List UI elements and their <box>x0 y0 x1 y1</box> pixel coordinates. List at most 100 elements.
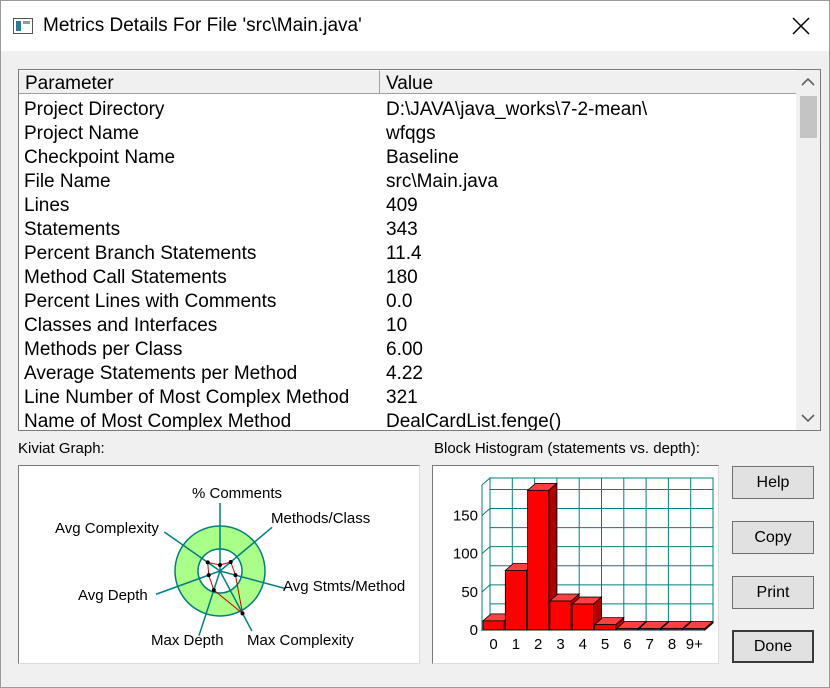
x-tick-label: 7 <box>646 636 654 653</box>
table-row[interactable]: File Name src\Main.java <box>19 170 797 194</box>
histogram-panel: 0 50 100 150 0 1 2 3 4 5 6 7 8 9+ <box>432 465 719 664</box>
metrics-dialog: Metrics Details For File 'src\Main.java'… <box>0 0 830 688</box>
table-row[interactable]: Percent Branch Statements 11.4 <box>19 242 797 266</box>
value-cell: src\Main.java <box>386 171 498 192</box>
scrollbar-thumb[interactable] <box>800 96 817 138</box>
x-tick-label: 6 <box>623 636 631 653</box>
x-tick-label: 4 <box>579 636 587 653</box>
window-title: Metrics Details For File 'src\Main.java' <box>43 15 362 36</box>
axis-label-max-depth: Max Depth <box>151 632 224 649</box>
print-button[interactable]: Print <box>732 576 814 609</box>
axis-label-avg-complexity: Avg Complexity <box>55 520 159 537</box>
value-cell: 180 <box>386 267 418 288</box>
block-histogram: 0501001500 1 2 3 4 5 6 7 8 9+ <box>453 476 715 653</box>
histogram-bar <box>616 628 639 631</box>
y-tick-label: 0 <box>470 622 478 639</box>
parameter-cell: Average Statements per Method <box>24 363 298 384</box>
parameter-cell: Line Number of Most Complex Method <box>24 387 350 408</box>
table-row[interactable]: Lines 409 <box>19 194 797 218</box>
column-header-parameter[interactable]: Parameter <box>19 70 380 94</box>
parameter-cell: Percent Branch Statements <box>24 243 257 264</box>
table-row[interactable]: Name of Most Complex Method DealCardList.… <box>19 410 797 431</box>
parameter-cell: File Name <box>24 171 111 192</box>
histogram-bar <box>683 628 706 631</box>
value-cell: 321 <box>386 387 418 408</box>
axis-label-avg-stmts-method: Avg Stmts/Method <box>283 578 405 595</box>
parameter-cell: Statements <box>24 219 121 240</box>
parameter-cell: Methods per Class <box>24 339 183 360</box>
kiviat-plot-point <box>211 588 216 593</box>
x-tick-label: 3 <box>556 636 564 653</box>
kiviat-plot-point <box>228 560 233 565</box>
value-cell: wfqgs <box>386 123 436 144</box>
table-header: Parameter Value <box>19 70 797 96</box>
histogram-bar <box>504 570 527 631</box>
parameter-cell: Project Directory <box>24 99 165 120</box>
y-tick-label: 50 <box>461 584 478 601</box>
table-row[interactable]: Methods per Class 6.00 <box>19 338 797 362</box>
histogram-label: Block Histogram (statements vs. depth): <box>434 440 700 457</box>
histogram-bar <box>571 603 594 631</box>
copy-button[interactable]: Copy <box>732 521 814 554</box>
value-cell: DealCardList.fenge() <box>386 411 562 431</box>
table-row[interactable]: Method Call Statements 180 <box>19 266 797 290</box>
value-cell: 0.0 <box>386 291 413 312</box>
table-row[interactable]: Project Name wfqgs <box>19 122 797 146</box>
scroll-down-button[interactable] <box>796 407 820 429</box>
histogram-bar <box>638 628 661 631</box>
table-row[interactable]: Classes and Interfaces 10 <box>19 314 797 338</box>
parameter-cell: Classes and Interfaces <box>24 315 218 336</box>
table-body: Project Directory D:\JAVA\java_works\7-2-… <box>19 98 797 431</box>
table-row[interactable]: Average Statements per Method 4.22 <box>19 362 797 386</box>
value-cell: 6.00 <box>386 339 423 360</box>
parameter-cell: Name of Most Complex Method <box>24 411 292 431</box>
kiviat-graph: % Comments Methods/Class Avg Stmts/Metho… <box>55 485 405 649</box>
histogram-bar <box>482 620 505 631</box>
table-row[interactable]: Project Directory D:\JAVA\java_works\7-2-… <box>19 98 797 122</box>
vertical-scrollbar[interactable] <box>796 70 820 430</box>
axis-label-avg-depth: Avg Depth <box>78 587 148 604</box>
value-cell: D:\JAVA\java_works\7-2-mean\ <box>386 99 648 120</box>
x-tick-label: 2 <box>534 636 542 653</box>
value-cell: 11.4 <box>386 243 422 264</box>
x-tick-label: 8 <box>668 636 676 653</box>
help-button[interactable]: Help <box>732 466 814 499</box>
parameter-cell: Method Call Statements <box>24 267 227 288</box>
table-row[interactable]: Statements 343 <box>19 218 797 242</box>
value-cell: 343 <box>386 219 418 240</box>
table-row[interactable]: Checkpoint Name Baseline <box>19 146 797 170</box>
kiviat-graph-panel: % Comments Methods/Class Avg Stmts/Metho… <box>18 465 420 664</box>
x-tick-label: 0 <box>489 636 497 653</box>
kiviat-plot-point <box>233 573 238 578</box>
y-tick-label: 150 <box>453 508 478 525</box>
table-row[interactable]: Line Number of Most Complex Method 321 <box>19 386 797 410</box>
kiviat-plot-point <box>240 611 245 616</box>
scroll-up-button[interactable] <box>796 71 820 93</box>
close-icon <box>792 17 810 35</box>
chevron-down-icon <box>801 414 815 423</box>
parameter-cell: Lines <box>24 195 70 216</box>
table-row[interactable]: Percent Lines with Comments 0.0 <box>19 290 797 314</box>
histogram-bar <box>594 624 617 631</box>
parameter-cell: Project Name <box>24 123 140 144</box>
histogram-bar <box>549 600 572 631</box>
title-bar: Metrics Details For File 'src\Main.java' <box>1 1 829 51</box>
kiviat-plot-point <box>205 560 210 565</box>
value-cell: Baseline <box>386 147 459 168</box>
value-cell: 409 <box>386 195 418 216</box>
axis-label-max-complexity: Max Complexity <box>247 632 354 649</box>
done-button[interactable]: Done <box>732 630 814 663</box>
app-icon <box>13 18 33 34</box>
axis-label-comments: % Comments <box>192 485 282 502</box>
column-header-value[interactable]: Value <box>380 70 797 94</box>
value-cell: 10 <box>386 315 408 336</box>
parameter-cell: Checkpoint Name <box>24 147 176 168</box>
x-tick-label: 1 <box>512 636 520 653</box>
close-button[interactable] <box>773 1 829 51</box>
kiviat-plot-point <box>218 563 222 567</box>
value-cell: 4.22 <box>386 363 423 384</box>
histogram-bar <box>527 489 550 631</box>
metrics-table: Parameter Value Project Directory D:\JAVA… <box>18 69 821 431</box>
histogram-side-wall <box>481 476 491 632</box>
x-tick-label: 5 <box>601 636 609 653</box>
